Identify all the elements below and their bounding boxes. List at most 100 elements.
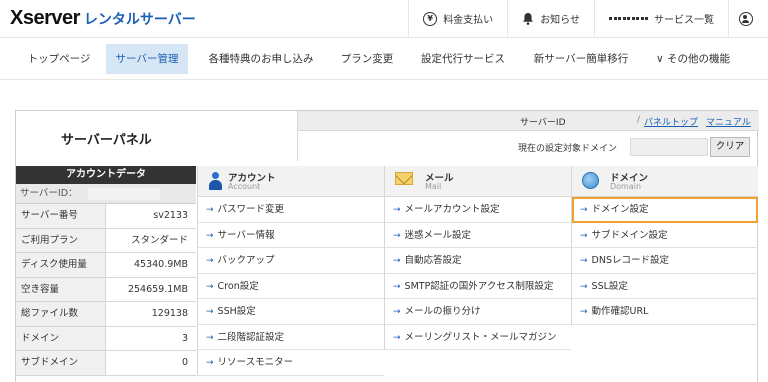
account-row: サーバー番号 sv2133 [16,204,196,229]
menu-two-factor[interactable]: → 二段階認証設定 [198,325,384,350]
account-button[interactable] [728,0,768,37]
menu-auto-reply[interactable]: → 自動応答設定 [385,248,571,274]
server-id-label: サーバーID [520,118,566,128]
mail-menu-column: メール Mail → メールアカウント設定 → 迷惑メール設定 → 自動応答設定 → S… [384,166,571,350]
top-header: Xserver レンタルサーバー ¥ 料金支払い お知らせ サービス一覧 [0,0,768,38]
menu-label: SMTP認証の国外アクセス制限設定 [404,280,554,292]
menu-mail-filter[interactable]: → メールの振り分け [385,299,571,325]
arrow-right-icon: → [393,230,401,241]
menu-backup[interactable]: → バックアップ [198,248,384,274]
nav-special-offers[interactable]: 各種特典のお申し込み [196,44,326,74]
user-icon [738,11,753,26]
menu-smtp-restriction[interactable]: → SMTP認証の国外アクセス制限設定 [385,274,571,299]
account-column-header: アカウント Account [198,166,384,197]
arrow-right-icon: → [580,256,588,266]
server-id-row: サーバーID： [16,184,196,204]
account-row: ディスク使用量 45340.9MB [16,253,196,278]
menu-label: メールアカウント設定 [404,204,500,215]
domain-column-subtitle: Domain [610,182,642,191]
nav-other-functions[interactable]: ∨ その他の機能 [648,44,738,74]
menu-domain-settings[interactable]: → ドメイン設定 [572,197,758,223]
nav-setup-service[interactable]: 設定代行サービス [410,44,516,74]
menu-mail-account[interactable]: → メールアカウント設定 [385,197,571,223]
manual-link[interactable]: マニュアル [706,115,751,128]
arrow-right-icon: → [580,205,588,215]
account-row: 空き容量 254659.1MB [16,277,196,302]
service-list-button[interactable]: サービス一覧 [594,0,728,37]
menu-resource-monitor[interactable]: → リソースモニター [198,350,384,376]
nav-plan-change[interactable]: プラン変更 [332,44,402,74]
menu-ssh[interactable]: → SSH設定 [198,299,384,325]
menu-server-info[interactable]: → サーバー情報 [198,223,384,248]
account-value: 254659.1MB [127,283,188,295]
menu-label: リソースモニター [217,357,294,368]
arrow-right-icon: → [206,332,214,343]
arrow-right-icon: → [580,230,588,241]
panel-title: サーバーパネル [61,133,152,148]
grid-icon [609,17,648,20]
account-key: 空き容量 [16,277,106,301]
account-row: 総ファイル数 129138 [16,302,196,327]
mail-column-subtitle: Mail [425,182,442,191]
menu-subdomain[interactable]: → サブドメイン設定 [572,223,758,248]
menu-spam[interactable]: → 迷惑メール設定 [385,223,571,248]
account-data-header: アカウントデータ [16,166,196,184]
yen-icon: ¥ [423,11,438,26]
menu-dns-record[interactable]: → DNSレコード設定 [572,248,758,274]
account-value: 45340.9MB [134,259,188,270]
account-key: サーバー番号 [16,204,106,228]
service-list-label: サービス一覧 [654,15,714,26]
payment-button[interactable]: ¥ 料金支払い [408,0,507,37]
panel-info-area: サーバーID / パネルトップ マニュアル 現在の設定対象ドメイン クリア [297,111,759,161]
server-id-masked-value [88,188,160,200]
notifications-label: お知らせ [540,15,580,26]
account-key: ドメイン [16,326,106,350]
header-actions: ¥ 料金支払い お知らせ サービス一覧 [408,0,768,37]
main-nav: トップページ サーバー管理 各種特典のお申し込み プラン変更 設定代行サービス … [0,38,768,80]
menu-label: 自動応答設定 [404,255,462,266]
notifications-button[interactable]: お知らせ [507,0,594,37]
arrow-right-icon: → [206,230,214,241]
account-row: ドメイン 3 [16,326,196,351]
arrow-right-icon: → [206,281,214,292]
panel-top-link[interactable]: パネルトップ [644,115,698,128]
domain-select[interactable] [630,138,708,156]
clear-button[interactable]: クリア [710,137,750,157]
mail-column-header: メール Mail [385,166,571,197]
link-separator: / [637,115,641,125]
menu-ssl[interactable]: → SSL設定 [572,274,758,299]
nav-top-page[interactable]: トップページ [14,44,104,74]
account-key: サブドメイン [16,351,106,375]
account-key: 総ファイル数 [16,302,106,326]
server-panel: サーバーパネル サーバーID / パネルトップ マニュアル 現在の設定対象ドメイ… [15,110,759,382]
chevron-down-icon: ∨ [655,53,664,65]
account-value: 129138 [151,308,188,319]
arrow-right-icon: → [206,307,214,317]
account-menu-column: アカウント Account → パスワード変更 → サーバー情報 → バックアップ →… [197,166,384,376]
menu-label: DNSレコード設定 [591,255,669,266]
server-id-key: サーバーID： [20,188,78,199]
account-column-subtitle: Account [228,182,261,191]
account-value: スタンダード [130,234,188,246]
nav-server-management[interactable]: サーバー管理 [106,44,188,74]
menu-mailing-list[interactable]: → メーリングリスト・メールマガジン [385,325,571,350]
globe-icon [582,172,599,189]
menu-label: メーリングリスト・メールマガジン [404,331,557,343]
menu-label: 迷惑メール設定 [404,229,472,241]
menu-label: Cron設定 [217,280,259,292]
account-value: 0 [181,357,188,368]
menu-cron[interactable]: → Cron設定 [198,274,384,299]
arrow-right-icon: → [393,281,401,292]
menu-password-change[interactable]: → パスワード変更 [198,197,384,223]
logo-xserver: Xserver [10,7,80,29]
arrow-right-icon: → [393,332,401,343]
arrow-right-icon: → [580,281,588,292]
nav-easy-migration[interactable]: 新サーバー簡単移行 [524,44,638,74]
account-value: sv2133 [153,210,188,221]
mail-icon [395,172,413,185]
menu-label: SSH設定 [217,306,256,317]
logo[interactable]: Xserver レンタルサーバー [10,7,196,31]
payment-label: 料金支払い [443,15,494,26]
menu-test-url[interactable]: → 動作確認URL [572,299,758,325]
bell-icon [522,12,534,25]
